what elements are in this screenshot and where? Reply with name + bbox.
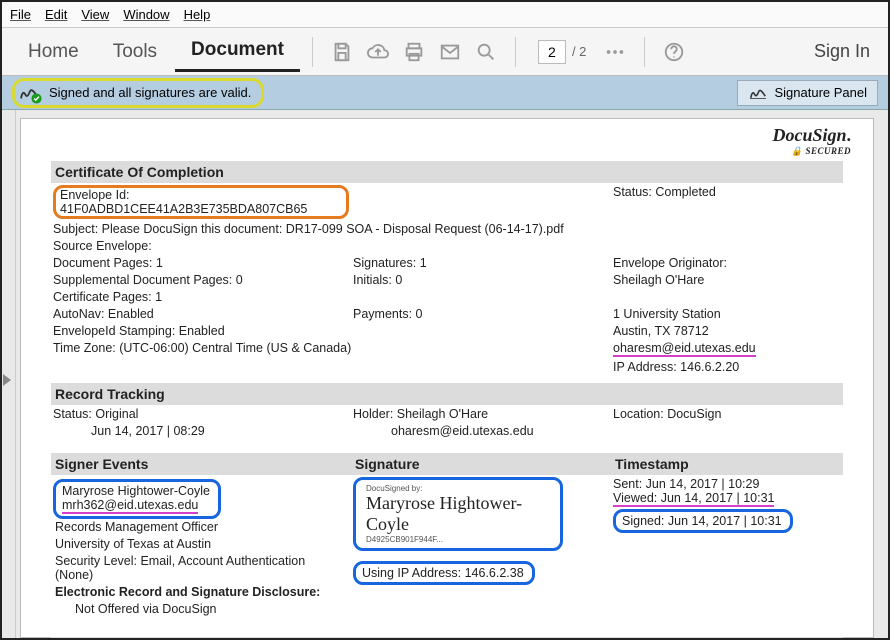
page-current-input[interactable] <box>538 40 566 64</box>
tracking-date: Jun 14, 2017 | 08:29 <box>51 422 351 439</box>
envelope-originator-label: Envelope Originator: <box>611 254 843 271</box>
section-signer-events-header: Signer Events <box>51 453 351 475</box>
signature-status-bar: Signed and all signatures are valid. Sig… <box>2 76 888 110</box>
signer-identity-box: Maryrose Hightower-Coyle mrh362@eid.utex… <box>53 479 221 519</box>
save-icon[interactable] <box>325 35 359 69</box>
supplemental-pages-label: Supplemental Document Pages: 0 <box>51 271 351 288</box>
section-tracking-header: Record Tracking <box>51 383 843 405</box>
document-viewport: DocuSign. SECURED Certificate Of Complet… <box>2 110 888 638</box>
signature-panel-label: Signature Panel <box>774 85 867 100</box>
help-icon[interactable] <box>657 35 691 69</box>
docusign-logo: DocuSign. SECURED <box>772 125 851 157</box>
docusigned-by-label: DocuSigned by: <box>366 484 550 493</box>
timestamp-viewed: Viewed: Jun 14, 2017 | 10:31 <box>613 491 774 507</box>
stamping-label: EnvelopeId Stamping: Enabled <box>51 322 351 339</box>
menu-edit[interactable]: Edit <box>45 7 67 22</box>
toolbar-separator <box>515 37 516 67</box>
signer-org: University of Texas at Austin <box>53 536 349 553</box>
page-total-label: / 2 <box>572 44 586 59</box>
subject-label: Subject: Please DocuSign this document: … <box>51 220 843 237</box>
originator-name: Sheilagh O'Hare <box>611 271 843 288</box>
menu-help[interactable]: Help <box>184 7 211 22</box>
autonav-label: AutoNav: Enabled <box>51 305 351 322</box>
originator-email: oharesm@eid.utexas.edu <box>613 341 756 357</box>
doc-pages-label: Document Pages: 1 <box>51 254 351 271</box>
signer-ip-box: Using IP Address: 146.6.2.38 <box>353 561 535 585</box>
address-line-2: Austin, TX 78712 <box>611 322 843 339</box>
section-signature-header: Signature <box>351 453 611 475</box>
signature-valid-indicator: Signed and all signatures are valid. <box>12 78 264 108</box>
timezone-label: Time Zone: (UTC-06:00) Central Time (US … <box>51 339 611 358</box>
section-inperson-signature-header: Signature <box>351 637 611 638</box>
toolbar: Home Tools Document / 2 Sign In <box>2 28 888 76</box>
signer-name: Maryrose Hightower-Coyle <box>62 484 210 498</box>
cert-pages-label: Certificate Pages: 1 <box>51 288 351 305</box>
source-envelope-label: Source Envelope: <box>51 237 351 254</box>
payments-label: Payments: 0 <box>351 305 611 322</box>
section-inperson-events-header: In Person Signer Events <box>51 637 351 638</box>
tab-tools[interactable]: Tools <box>97 33 173 71</box>
signature-hash: D4925CB901F944F... <box>366 535 550 544</box>
disclosure-value: Not Offered via DocuSign <box>53 601 349 618</box>
tracking-holder-email: oharesm@eid.utexas.edu <box>351 422 611 439</box>
signature-cursive: Maryrose Hightower-Coyle <box>366 493 550 535</box>
envelope-id: Envelope Id: 41F0ADBD1CEE41A2B3E735BDA80… <box>53 185 349 219</box>
menu-file[interactable]: File <box>10 7 31 22</box>
timestamp-sent: Sent: Jun 14, 2017 | 10:29 <box>613 477 841 491</box>
section-inperson-timestamp-header: Timestamp <box>611 637 843 638</box>
tracking-location: Location: DocuSign <box>611 405 843 422</box>
signature-valid-icon <box>19 84 41 102</box>
tracking-holder: Holder: Sheilagh O'Hare <box>351 405 611 422</box>
address-line-1: 1 University Station <box>611 305 843 322</box>
tracking-status: Status: Original <box>51 405 351 422</box>
tab-document[interactable]: Document <box>175 31 300 72</box>
toolbar-separator <box>312 37 313 67</box>
disclosure-label: Electronic Record and Signature Disclosu… <box>53 584 349 601</box>
signature-valid-text: Signed and all signatures are valid. <box>49 85 251 100</box>
section-timestamp-header: Timestamp <box>611 453 843 475</box>
more-icon[interactable] <box>598 35 632 69</box>
search-icon[interactable] <box>469 35 503 69</box>
document-page: DocuSign. SECURED Certificate Of Complet… <box>20 118 874 638</box>
side-panel-collapsed <box>2 110 16 638</box>
print-icon[interactable] <box>397 35 431 69</box>
section-certificate-header: Certificate Of Completion <box>51 161 843 183</box>
initials-count-label: Initials: 0 <box>351 271 611 288</box>
cloud-upload-icon[interactable] <box>361 35 395 69</box>
signer-role: Records Management Officer <box>53 519 349 536</box>
menu-view[interactable]: View <box>81 7 109 22</box>
toolbar-separator <box>644 37 645 67</box>
page-navigator: / 2 <box>538 40 586 64</box>
timestamp-signed-box: Signed: Jun 14, 2017 | 10:31 <box>613 509 793 533</box>
signature-image-box: DocuSigned by: Maryrose Hightower-Coyle … <box>353 477 563 551</box>
signer-email: mrh362@eid.utexas.edu <box>62 498 198 514</box>
pen-icon <box>748 85 768 101</box>
menu-window[interactable]: Window <box>123 7 169 22</box>
signatures-count-label: Signatures: 1 <box>351 254 611 271</box>
ip-address-label: IP Address: 146.6.2.20 <box>611 358 843 375</box>
status-label: Status: Completed <box>611 183 843 220</box>
signer-security: Security Level: Email, Account Authentic… <box>53 553 313 584</box>
expand-panel-arrow-icon[interactable] <box>3 374 11 386</box>
menubar: File Edit View Window Help <box>2 2 888 28</box>
email-icon[interactable] <box>433 35 467 69</box>
signature-panel-button[interactable]: Signature Panel <box>737 80 878 106</box>
tab-home[interactable]: Home <box>12 33 95 71</box>
sign-in-button[interactable]: Sign In <box>806 41 878 62</box>
